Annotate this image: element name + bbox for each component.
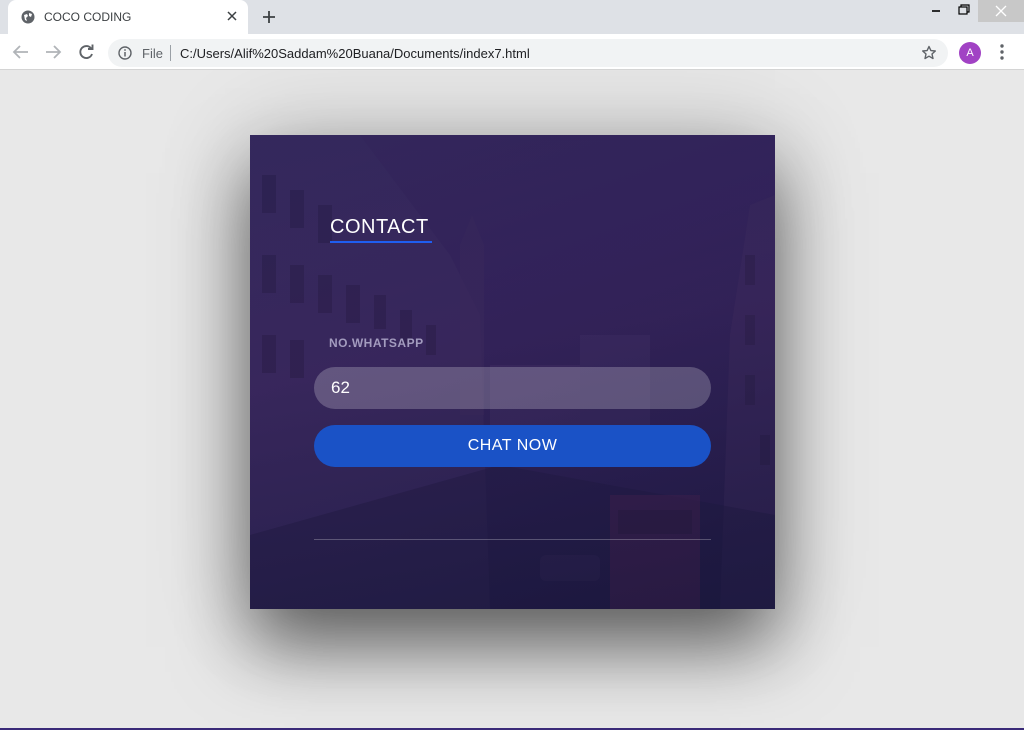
window-close-icon[interactable] (978, 0, 1024, 22)
bookmark-star-icon[interactable] (921, 45, 937, 61)
tab-title: COCO CODING (44, 10, 132, 24)
restore-icon[interactable] (950, 0, 978, 22)
whatsapp-field-label: NO.WHATSAPP (329, 336, 424, 350)
forward-arrow-icon[interactable] (43, 42, 63, 62)
new-tab-icon[interactable] (261, 9, 277, 25)
url-text[interactable]: C:/Users/Alif%20Saddam%20Buana/Documents… (180, 46, 530, 61)
globe-icon (21, 10, 35, 24)
address-bar[interactable]: File C:/Users/Alif%20Saddam%20Buana/Docu… (108, 39, 948, 67)
close-tab-icon[interactable] (226, 10, 238, 22)
title-underline (330, 241, 432, 243)
reload-icon[interactable] (76, 42, 96, 62)
profile-avatar[interactable]: A (959, 42, 981, 64)
card-divider (314, 539, 711, 540)
chat-now-button[interactable]: CHAT NOW (314, 425, 711, 467)
more-menu-icon[interactable] (997, 43, 1007, 61)
page-title: CONTACT (330, 216, 429, 238)
minimize-icon[interactable] (922, 0, 950, 22)
browser-tab[interactable]: COCO CODING (8, 0, 248, 34)
whatsapp-number-input[interactable] (314, 367, 711, 409)
tab-strip: COCO CODING (0, 0, 1024, 34)
url-scheme-label: File (142, 46, 163, 61)
page-viewport: CONTACT NO.WHATSAPP CHAT NOW (0, 70, 1024, 730)
contact-card: CONTACT NO.WHATSAPP CHAT NOW (250, 135, 775, 609)
info-icon[interactable] (118, 46, 132, 60)
back-arrow-icon[interactable] (11, 42, 31, 62)
browser-toolbar: File C:/Users/Alif%20Saddam%20Buana/Docu… (0, 34, 1024, 70)
address-divider (170, 45, 171, 61)
